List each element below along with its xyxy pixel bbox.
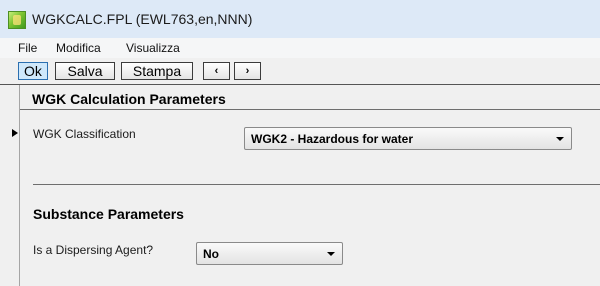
- dispersing-agent-label: Is a Dispersing Agent?: [33, 243, 154, 257]
- next-record-button[interactable]: ›: [234, 62, 261, 80]
- window-title: WGKCALC.FPL (EWL763,en,NNN): [32, 11, 253, 27]
- menu-modifica[interactable]: Modifica: [56, 41, 101, 55]
- section-title-wgk: WGK Calculation Parameters: [32, 91, 226, 107]
- chevron-down-icon: [556, 137, 564, 141]
- menu-bar: File Modifica Visualizza: [0, 38, 600, 59]
- previous-record-button[interactable]: ‹: [203, 62, 230, 80]
- section-divider-substance: [33, 184, 600, 185]
- save-button[interactable]: Salva: [55, 62, 115, 80]
- dispersing-agent-value: No: [203, 247, 219, 261]
- wgk-classification-select[interactable]: WGK2 - Hazardous for water: [244, 127, 572, 150]
- form-area: WGK Calculation Parameters WGK Classific…: [0, 85, 600, 286]
- wgk-classification-label: WGK Classification: [33, 127, 136, 141]
- app-icon: [8, 11, 26, 29]
- section-divider-wgk: [20, 109, 600, 110]
- ok-button[interactable]: Ok: [18, 62, 48, 80]
- current-row-indicator-icon: [12, 129, 18, 137]
- print-button[interactable]: Stampa: [121, 62, 193, 80]
- record-selector-rule: [19, 85, 20, 286]
- wgk-classification-value: WGK2 - Hazardous for water: [251, 132, 414, 146]
- menu-file[interactable]: File: [18, 41, 37, 55]
- chevron-down-icon: [327, 252, 335, 256]
- dispersing-agent-select[interactable]: No: [196, 242, 343, 265]
- title-bar: WGKCALC.FPL (EWL763,en,NNN): [0, 0, 600, 39]
- menu-visualizza[interactable]: Visualizza: [126, 41, 180, 55]
- toolbar: Ok Salva Stampa ‹ ›: [0, 58, 600, 85]
- section-title-substance: Substance Parameters: [33, 206, 184, 222]
